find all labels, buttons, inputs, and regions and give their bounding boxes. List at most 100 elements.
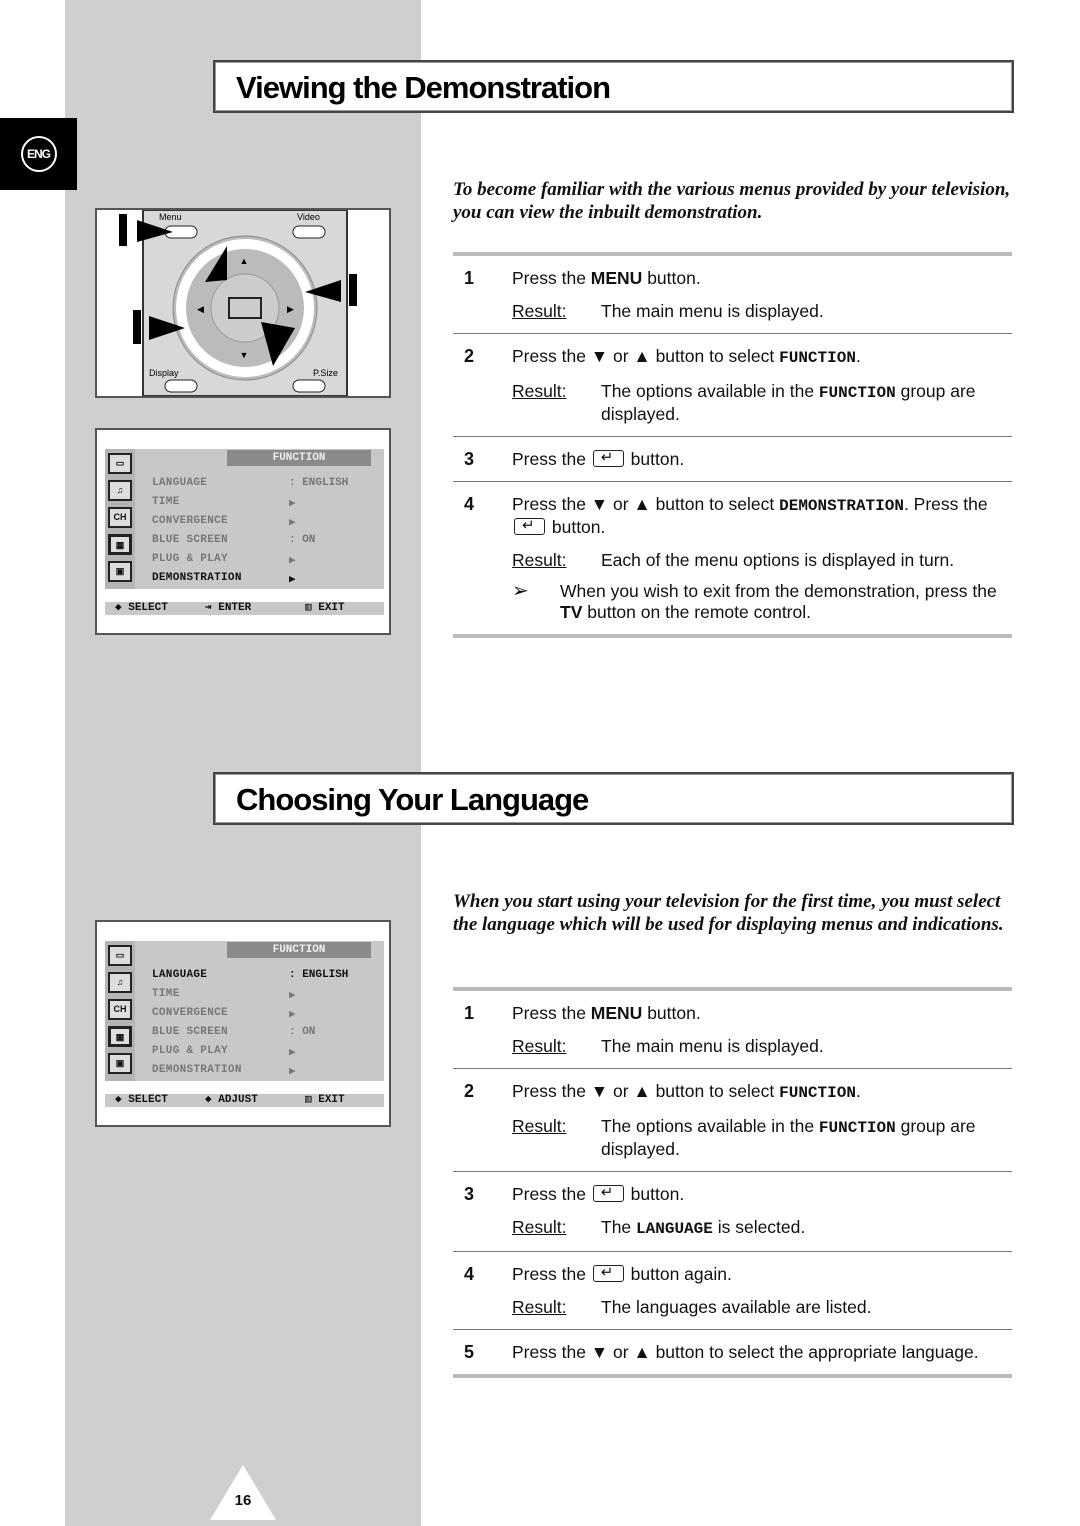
text-segment: The main menu is displayed. — [601, 1036, 824, 1056]
result-text: The options available in the FUNCTION gr… — [601, 381, 1012, 425]
menu-footer: ◆ SELECT ⇥ ENTER ▥ EXIT — [105, 602, 384, 615]
step-result: Result: The options available in the FUNC… — [512, 1116, 1012, 1160]
step-number: 2 — [464, 1081, 475, 1101]
text-segment: Press the — [512, 268, 591, 288]
text-segment: When you wish to exit from the demonstra… — [560, 581, 997, 601]
menu-item-label: CONVERGENCE — [152, 1007, 228, 1019]
menu-item-value: : ON — [289, 1026, 316, 1038]
step-number: 1 — [464, 268, 475, 288]
step-instruction: Press the ▼ or ▲ button to select FUNCTI… — [512, 346, 1012, 369]
step-instruction: Press the button. — [512, 1182, 1012, 1205]
menu-item-label: PLUG & PLAY — [152, 553, 228, 565]
result-text: The languages available are listed. — [601, 1297, 871, 1318]
menu-term: FUNCTION — [818, 384, 896, 402]
menu-item-label: LANGUAGE — [152, 477, 208, 489]
result-label: Result: — [512, 301, 567, 321]
menu-item-label: DEMONSTRATION — [152, 1064, 242, 1076]
menu-item-value: ▶ — [289, 574, 296, 586]
text-segment: Each of the menu options is displayed in… — [601, 550, 955, 570]
remote-video-label: Video — [297, 212, 320, 222]
menu-footer-item: ◆ SELECT — [115, 1094, 168, 1106]
channel-icon: CH — [108, 999, 132, 1020]
setup-icon: ▣ — [108, 561, 132, 582]
step-instruction: Press the ▼ or ▲ button to select the ap… — [512, 1342, 1012, 1363]
text-segment: button. — [625, 1184, 685, 1204]
menu-item-label: LANGUAGE — [152, 969, 208, 981]
step-number: 3 — [464, 449, 475, 469]
text-segment: . — [855, 1081, 861, 1101]
step-result: Result: The LANGUAGE is selected. — [512, 1217, 1012, 1240]
text-segment: The options available in the — [601, 381, 819, 401]
step-row: 5 Press the ▼ or ▲ button to select the a… — [453, 1329, 1012, 1374]
menu-footer-item: ▥ EXIT — [305, 602, 345, 614]
svg-text:▲: ▲ — [240, 256, 249, 266]
menu-item-label: DEMONSTRATION — [152, 572, 242, 584]
text-segment: Press the — [512, 1003, 591, 1023]
step-number: 5 — [464, 1342, 475, 1362]
text-segment: Press the ▼ or ▲ button to select — [512, 346, 780, 366]
text-segment: button. — [642, 268, 701, 288]
menu-item-value: ▶ — [289, 498, 296, 510]
step-number: 4 — [464, 1264, 475, 1284]
menu-item-value: : ENGLISH — [289, 477, 349, 489]
text-segment: . — [855, 346, 861, 366]
step-result: Result: Each of the menu options is displ… — [512, 550, 1012, 571]
text-segment: button again. — [625, 1264, 732, 1284]
text-segment: Press the ▼ or ▲ button to select — [512, 494, 780, 514]
step-row: 4 Press the button again. Result: The langu… — [453, 1251, 1012, 1329]
text-segment: . Press the — [903, 494, 988, 514]
result-text: The main menu is displayed. — [601, 1036, 824, 1057]
step-instruction: Press the ▼ or ▲ button to select FUNCTI… — [512, 1081, 1012, 1104]
text-segment: button. — [642, 1003, 701, 1023]
step-number: 3 — [464, 1184, 475, 1204]
text-segment: is selected. — [712, 1217, 806, 1237]
result-label: Result: — [512, 1217, 567, 1237]
function-menu-screen: ▭ ♫ CH ▦ ▣ FUNCTION LANGUAGE: ENGLISH TIME ▶ CONV… — [95, 920, 391, 1127]
result-text: Each of the menu options is displayed in… — [601, 550, 954, 571]
menu-item-value: ▶ — [289, 517, 296, 529]
text-segment: Press the — [512, 1184, 591, 1204]
step-number: 2 — [464, 346, 475, 366]
step-row: 2 Press the ▼ or ▲ button to select FUNCT… — [453, 333, 1012, 436]
menu-term: LANGUAGE — [636, 1220, 713, 1238]
menu-term: FUNCTION — [779, 349, 856, 367]
menu-item-value: : ENGLISH — [289, 969, 349, 981]
menu-footer-item: ⇥ ENTER — [205, 602, 252, 614]
result-text: The options available in the FUNCTION gr… — [601, 1116, 1012, 1160]
step-result: Result: The main menu is displayed. — [512, 1036, 1012, 1057]
step-row: 4 Press the ▼ or ▲ button to select DEMON… — [453, 481, 1012, 634]
bold-term: TV — [560, 602, 583, 622]
step-result: Result: The main menu is displayed. — [512, 301, 1012, 322]
menu-item-label: PLUG & PLAY — [152, 1045, 228, 1057]
menu-item-label: TIME — [152, 988, 180, 1000]
svg-text:▼: ▼ — [240, 350, 249, 360]
result-label: Result: — [512, 381, 567, 401]
text-segment: The — [601, 1217, 637, 1237]
step-instruction: Press the MENU button. — [512, 268, 1012, 289]
channel-icon: CH — [108, 507, 132, 528]
menu-item-value: ▶ — [289, 990, 296, 1002]
function-icon: ▦ — [108, 534, 132, 555]
text-segment: The options available in the — [601, 1116, 819, 1136]
text-segment: Press the — [512, 1264, 591, 1284]
remote-control-illustration: ▲ ▼ ◀ ▶ Menu Video Display P.Size — [95, 208, 391, 398]
step-row: 1 Press the MENU button. Result: The main m… — [453, 256, 1012, 333]
step-result: Result: The options available in the FUNC… — [512, 381, 1012, 425]
menu-footer-item: ◆ SELECT — [115, 602, 168, 614]
function-menu-screen: ▭ ♫ CH ▦ ▣ FUNCTION LANGUAGE: ENGLISH TIME ▶ CONV… — [95, 428, 391, 635]
steps-list: 1 Press the MENU button. Result: The main m… — [453, 252, 1012, 638]
section-title-box: Viewing the Demonstration — [213, 60, 1014, 113]
remote-display-label: Display — [149, 368, 179, 378]
menu-footer: ◆ SELECT ◆ ADJUST ▥ EXIT — [105, 1094, 384, 1107]
text-segment: The languages available are listed. — [601, 1297, 872, 1317]
text-segment: Press the ▼ or ▲ button to select the ap… — [512, 1342, 979, 1362]
bold-term: MENU — [590, 1003, 643, 1023]
section-title: Choosing Your Language — [236, 782, 589, 817]
menu-term: DEMONSTRATION — [779, 497, 904, 515]
menu-icon-strip: ▭ ♫ CH ▦ ▣ — [105, 941, 135, 1081]
language-badge: ENG — [0, 118, 77, 190]
step-result: Result: The languages available are liste… — [512, 1297, 1012, 1318]
menu-term: FUNCTION — [779, 1084, 856, 1102]
enter-icon — [592, 1262, 624, 1283]
arrow-note-icon: ➢ — [512, 580, 529, 602]
